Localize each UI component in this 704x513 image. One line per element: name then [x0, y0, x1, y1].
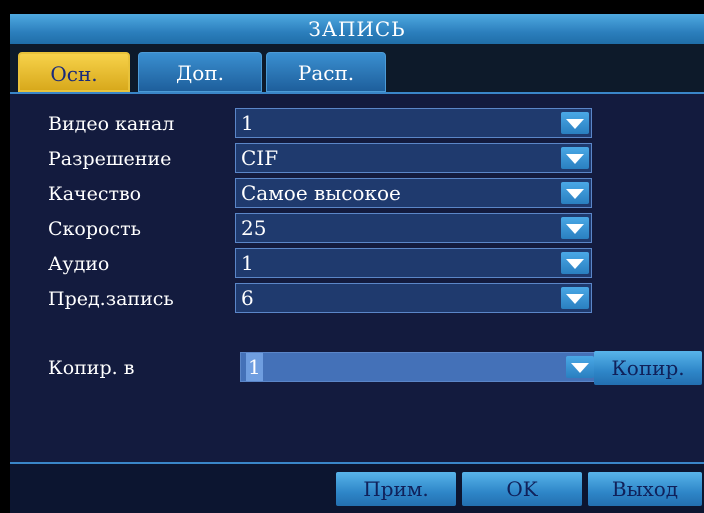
frame-rate-value: 25	[241, 216, 267, 240]
audio-value: 1	[241, 251, 254, 275]
field-row-quality: Качество Самое высокое	[10, 178, 704, 210]
chevron-down-icon[interactable]	[561, 217, 589, 239]
tab-advanced[interactable]: Доп.	[138, 52, 262, 92]
quality-select[interactable]: Самое высокое	[235, 178, 592, 208]
frame-rate-select[interactable]: 25	[235, 213, 592, 243]
video-channel-label: Видео канал	[48, 113, 175, 135]
video-channel-value: 1	[241, 111, 254, 135]
pre-record-label: Пред.запись	[48, 288, 174, 310]
tab-strip: Осн. Доп. Расп.	[10, 44, 704, 92]
quality-label: Качество	[48, 183, 142, 205]
pre-record-select[interactable]: 6	[235, 283, 592, 313]
video-channel-select[interactable]: 1	[235, 108, 592, 138]
audio-select[interactable]: 1	[235, 248, 592, 278]
footer-bar: Прим. OK Выход	[10, 462, 704, 513]
ok-button[interactable]: OK	[462, 472, 582, 506]
chevron-down-icon[interactable]	[561, 147, 589, 169]
resolution-label: Разрешение	[48, 148, 172, 170]
field-row-audio: Аудио 1	[10, 248, 704, 280]
window-title: ЗАПИСЬ	[10, 14, 704, 44]
copy-to-value: 1	[246, 353, 263, 381]
chevron-down-icon[interactable]	[561, 252, 589, 274]
tab-basic[interactable]: Осн.	[18, 52, 130, 92]
field-row-resolution: Разрешение CIF	[10, 143, 704, 175]
resolution-select[interactable]: CIF	[235, 143, 592, 173]
field-row-video-channel: Видео канал 1	[10, 108, 704, 140]
copy-to-select[interactable]: 1	[240, 352, 597, 382]
apply-button[interactable]: Прим.	[336, 472, 456, 506]
chevron-down-icon[interactable]	[561, 287, 589, 309]
field-row-pre-record: Пред.запись 6	[10, 283, 704, 315]
copy-to-label: Копир. в	[48, 357, 135, 379]
chevron-down-icon[interactable]	[561, 112, 589, 134]
quality-value: Самое высокое	[241, 181, 401, 205]
copy-button[interactable]: Копир.	[594, 351, 702, 385]
settings-panel: Видео канал 1 Разрешение CIF Качество Са…	[10, 92, 704, 464]
chevron-down-icon[interactable]	[566, 356, 594, 378]
record-settings-window: ЗАПИСЬ Осн. Доп. Расп. Видео канал 1 Раз…	[0, 0, 704, 513]
frame-rate-label: Скорость	[48, 218, 141, 240]
audio-label: Аудио	[48, 253, 110, 275]
pre-record-value: 6	[241, 286, 254, 310]
field-row-frame-rate: Скорость 25	[10, 213, 704, 245]
tab-schedule[interactable]: Расп.	[266, 52, 386, 92]
resolution-value: CIF	[241, 146, 279, 170]
chevron-down-icon[interactable]	[561, 182, 589, 204]
field-row-copy-to: Копир. в 1 Копир.	[10, 351, 704, 385]
exit-button[interactable]: Выход	[588, 472, 702, 506]
